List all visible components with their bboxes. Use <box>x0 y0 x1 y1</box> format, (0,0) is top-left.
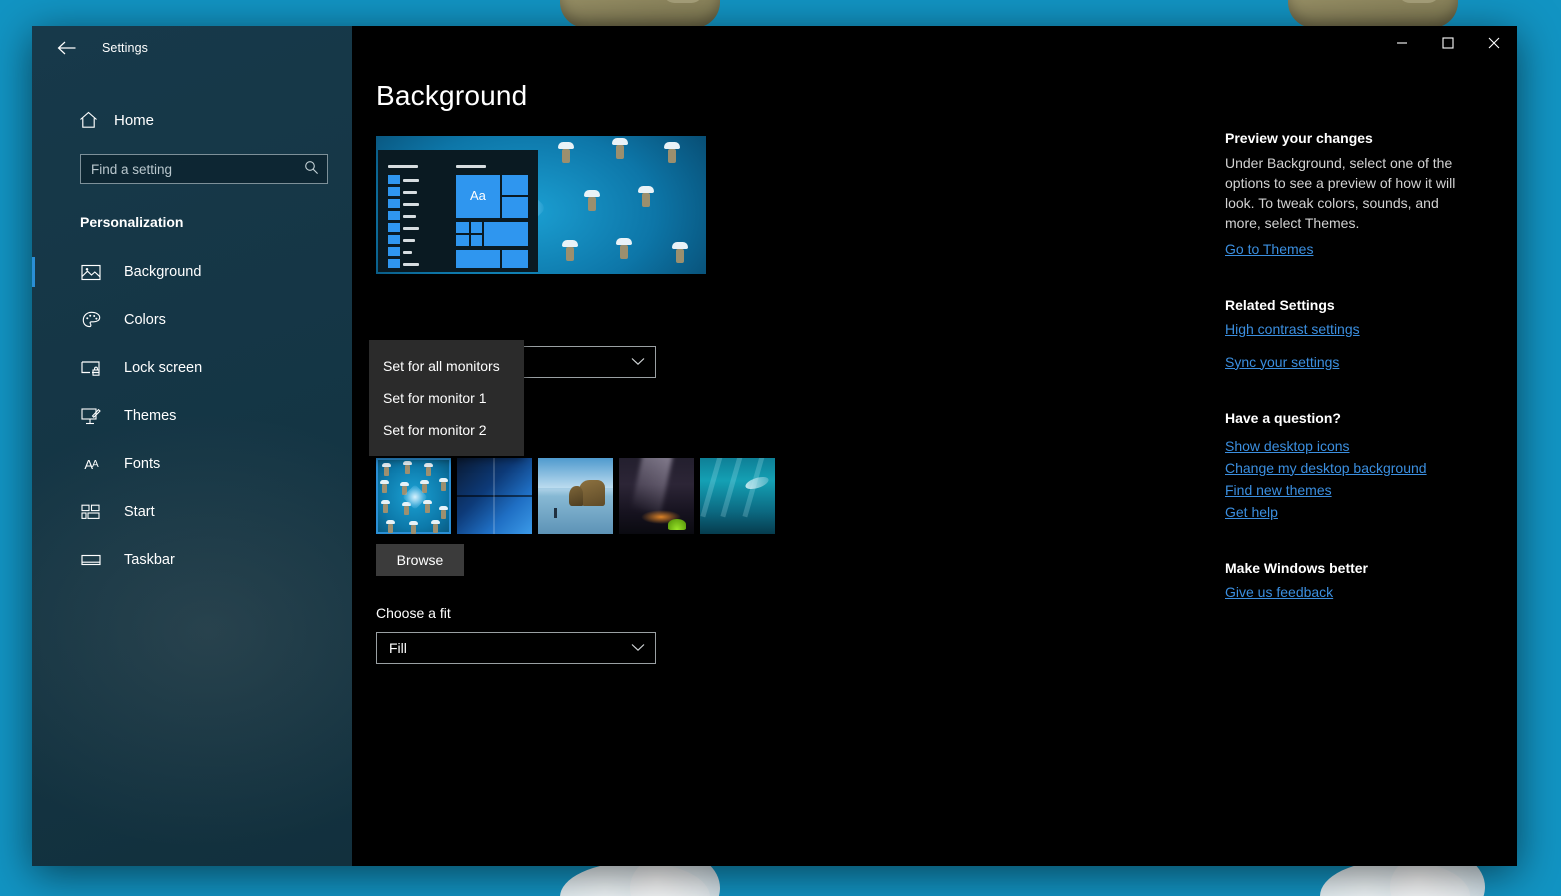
selection-accent-bar <box>32 305 35 335</box>
sidebar-category-label: Personalization <box>80 214 184 230</box>
selection-accent-bar <box>32 257 35 287</box>
page-title: Background <box>376 80 528 111</box>
sidebar-nav-list: Background Colors Lock screen Themes A A… <box>32 248 352 584</box>
window-controls <box>1379 26 1517 60</box>
back-arrow-icon <box>57 41 75 55</box>
selection-accent-bar <box>32 353 35 383</box>
picture-icon <box>80 261 102 283</box>
change-my-desktop-background-link[interactable]: Change my desktop background <box>1225 460 1475 476</box>
home-icon <box>78 111 98 129</box>
sidebar-item-colors[interactable]: Colors <box>32 296 352 344</box>
choose-a-fit-label: Choose a fit <box>376 605 451 621</box>
sidebar-item-label: Themes <box>124 408 177 424</box>
sidebar-item-label: Lock screen <box>124 360 203 376</box>
close-button[interactable] <box>1471 26 1517 60</box>
minimize-icon <box>1397 42 1407 44</box>
window-body: Settings Home Person <box>32 26 1517 866</box>
wallpaper-thumbnail-row <box>376 458 775 534</box>
maximize-button[interactable] <box>1425 26 1471 60</box>
desktop-preview: Aa <box>376 136 706 274</box>
menu-item-set-for-monitor-1[interactable]: Set for monitor 1 <box>369 382 524 414</box>
show-desktop-icons-link[interactable]: Show desktop icons <box>1225 438 1475 454</box>
sidebar-item-start[interactable]: Start <box>32 488 352 536</box>
sidebar-item-label: Start <box>124 504 155 520</box>
sidebar-home-label: Home <box>114 111 155 129</box>
find-new-themes-link[interactable]: Find new themes <box>1225 482 1475 498</box>
start-tiles-icon <box>80 501 102 523</box>
thumbnail-underwater[interactable] <box>700 458 775 534</box>
preview-changes-body: Under Background, select one of the opti… <box>1225 155 1456 231</box>
selection-accent-bar <box>32 497 35 527</box>
browse-button[interactable]: Browse <box>376 544 464 576</box>
lock-screen-icon <box>80 357 102 379</box>
search-box[interactable] <box>80 154 328 184</box>
get-help-link[interactable]: Get help <box>1225 504 1475 520</box>
sidebar-item-themes[interactable]: Themes <box>32 392 352 440</box>
selection-accent-bar <box>32 545 35 575</box>
back-button[interactable] <box>46 32 86 64</box>
go-to-themes-link[interactable]: Go to Themes <box>1225 241 1475 257</box>
thumbnail-night-sky[interactable] <box>619 458 694 534</box>
minimize-button[interactable] <box>1379 26 1425 60</box>
make-windows-better-heading: Make Windows better <box>1225 559 1369 576</box>
maximize-icon <box>1442 37 1454 49</box>
app-title: Settings <box>102 41 148 55</box>
sidebar-titlebar: Settings <box>32 26 352 70</box>
preview-start-menu: Aa <box>378 150 538 272</box>
desktop-wallpaper-character-left <box>560 0 720 28</box>
thumbnail-windows-hero[interactable] <box>457 458 532 534</box>
high-contrast-settings-link[interactable]: High contrast settings <box>1225 321 1475 337</box>
choose-a-fit-value: Fill <box>389 640 407 656</box>
related-settings-heading: Related Settings <box>1225 296 1335 313</box>
sidebar-item-label: Fonts <box>124 456 161 472</box>
thumbnail-current-wallpaper[interactable] <box>376 458 451 534</box>
sync-your-settings-link[interactable]: Sync your settings <box>1225 354 1475 370</box>
right-rail: Preview your changes Under Background, s… <box>1225 130 1475 600</box>
monitor-context-menu: Set for all monitors Set for monitor 1 S… <box>369 340 524 456</box>
sidebar-item-label: Background <box>124 264 202 280</box>
search-input[interactable] <box>91 161 304 177</box>
chevron-down-icon <box>631 355 645 369</box>
preview-tile-text: Aa <box>470 188 486 203</box>
sidebar-item-lock-screen[interactable]: Lock screen <box>32 344 352 392</box>
search-icon <box>304 160 319 178</box>
thumbnail-beach-rock[interactable] <box>538 458 613 534</box>
sidebar-item-taskbar[interactable]: Taskbar <box>32 536 352 584</box>
selection-accent-bar <box>32 401 35 431</box>
desktop-wallpaper-character-right <box>1288 0 1458 28</box>
sidebar-item-label: Colors <box>124 312 166 328</box>
sidebar-item-fonts[interactable]: AA Fonts <box>32 440 352 488</box>
chevron-down-icon <box>631 641 645 655</box>
palette-icon <box>80 309 102 331</box>
sidebar-item-label: Taskbar <box>124 552 175 568</box>
menu-item-set-for-monitor-2[interactable]: Set for monitor 2 <box>369 414 524 446</box>
choose-a-fit-dropdown[interactable]: Fill <box>376 632 656 664</box>
main-content: Background Aa Browse Choose a fit Fill P… <box>352 26 1517 866</box>
sidebar-item-background[interactable]: Background <box>32 248 352 296</box>
taskbar-icon <box>80 549 102 571</box>
have-a-question-heading: Have a question? <box>1225 409 1341 426</box>
sidebar: Settings Home Person <box>32 26 352 866</box>
settings-window: Settings Home Person <box>32 26 1517 866</box>
give-us-feedback-link[interactable]: Give us feedback <box>1225 584 1475 600</box>
menu-item-set-for-all-monitors[interactable]: Set for all monitors <box>369 350 524 382</box>
sidebar-item-home[interactable]: Home <box>32 100 352 140</box>
themes-brush-icon <box>80 405 102 427</box>
fonts-aa-icon: AA <box>84 456 98 472</box>
preview-changes-heading: Preview your changes <box>1225 130 1373 146</box>
close-icon <box>1488 37 1500 49</box>
